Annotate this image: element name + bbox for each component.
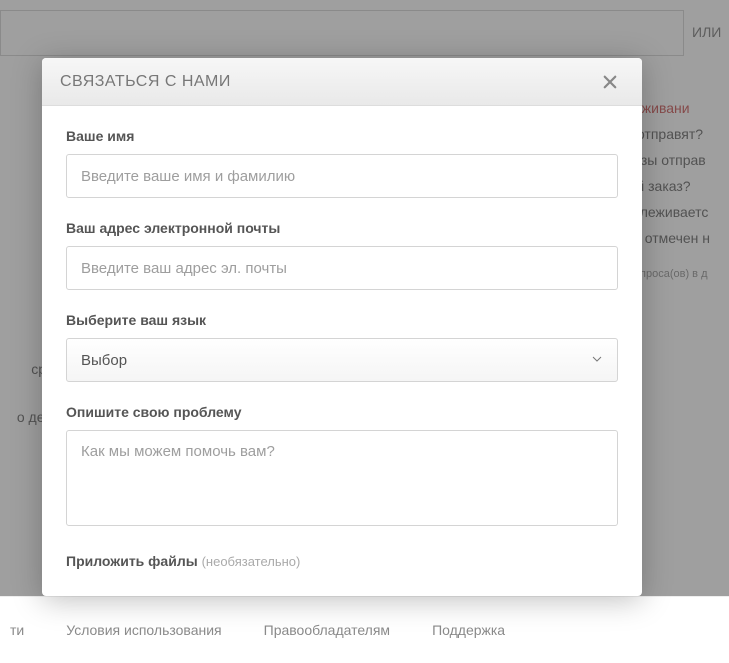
problem-group: Опишите свою проблему: [66, 404, 618, 531]
footer-link[interactable]: Правообладателям: [264, 622, 390, 638]
footer-link[interactable]: Условия использования: [66, 622, 221, 638]
attach-label-text: Приложить файлы: [66, 553, 198, 569]
email-group: Ваш адрес электронной почты: [66, 220, 618, 290]
footer: ти Условия использования Правообладателя…: [0, 596, 729, 663]
attach-label: Приложить файлы (необязательно): [66, 553, 618, 569]
email-label: Ваш адрес электронной почты: [66, 220, 618, 236]
language-group: Выберите ваш язык Выбор: [66, 312, 618, 382]
language-label: Выберите ваш язык: [66, 312, 618, 328]
language-select-value: Выбор: [81, 352, 591, 369]
contact-modal: СВЯЗАТЬСЯ С НАМИ Ваше имя Ваш адрес элек…: [42, 58, 642, 596]
attach-optional: (необязательно): [202, 554, 301, 569]
footer-link[interactable]: Поддержка: [432, 622, 505, 638]
problem-label: Опишите свою проблему: [66, 404, 618, 420]
close-icon: [601, 73, 619, 91]
problem-textarea[interactable]: [66, 430, 618, 526]
modal-header: СВЯЗАТЬСЯ С НАМИ: [42, 58, 642, 106]
chevron-down-icon: [591, 352, 603, 369]
modal-title: СВЯЗАТЬСЯ С НАМИ: [60, 73, 596, 91]
language-select[interactable]: Выбор: [66, 338, 618, 382]
close-button[interactable]: [596, 68, 624, 96]
name-label: Ваше имя: [66, 128, 618, 144]
name-input[interactable]: [66, 154, 618, 198]
attach-group: Приложить файлы (необязательно): [66, 553, 618, 569]
footer-link[interactable]: ти: [10, 622, 24, 638]
email-input[interactable]: [66, 246, 618, 290]
name-group: Ваше имя: [66, 128, 618, 198]
modal-body: Ваше имя Ваш адрес электронной почты Выб…: [42, 106, 642, 596]
